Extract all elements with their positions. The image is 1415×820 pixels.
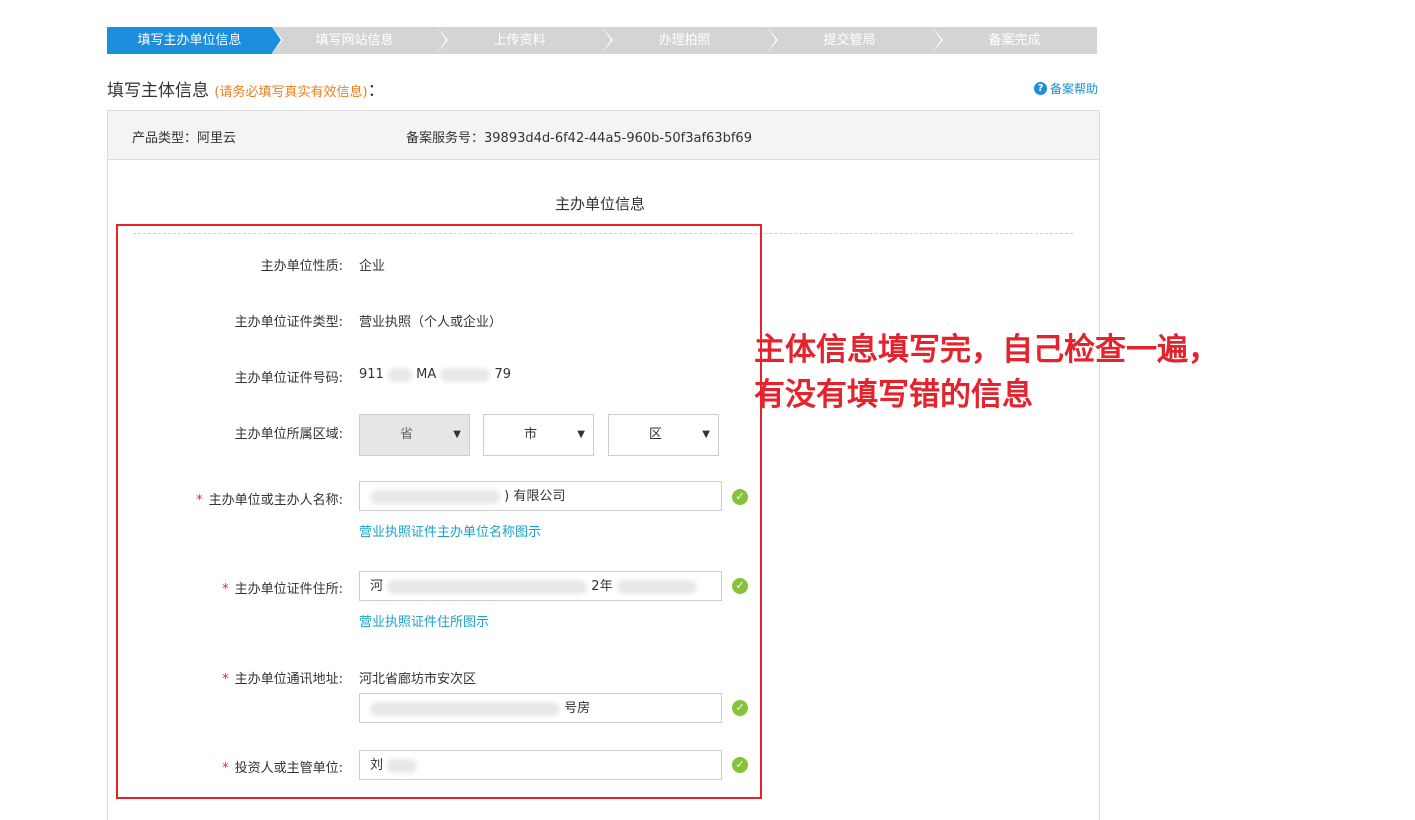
step-5-label: 提交管局: [823, 33, 876, 48]
step-2-label: 填写网站信息: [315, 33, 394, 48]
section-title: 主办单位信息: [555, 195, 646, 213]
step-4-label: 办理拍照: [658, 33, 711, 48]
step-3: 上传资料: [437, 27, 613, 54]
highlight-box: [116, 224, 762, 799]
page-title-text: 填写主体信息: [107, 81, 209, 101]
title-colon: ：: [367, 81, 385, 101]
step-4: 办理拍照: [602, 27, 778, 54]
step-6-label: 备案完成: [988, 33, 1041, 48]
step-1: 填写主办单位信息: [107, 27, 283, 54]
help-link[interactable]: ? 备案帮助: [1034, 80, 1098, 97]
annotation-text: 主体信息填写完，自己检查一遍， 有没有填写错的信息: [754, 328, 1219, 418]
step-2: 填写网站信息: [272, 27, 448, 54]
annotation-line-2: 有没有填写错的信息: [754, 377, 1033, 413]
question-icon: ?: [1034, 82, 1047, 95]
service-number: 备案服务号：39893d4d-6f42-44a5-960b-50f3af63bf…: [406, 131, 752, 146]
progress-steps: 填写主办单位信息 填写网站信息 上传资料 办理拍照 提交管局 备案完成: [107, 27, 1097, 54]
step-5: 提交管局: [767, 27, 943, 54]
page-title: 填写主体信息 (请务必填写真实有效信息)：: [107, 76, 385, 101]
info-bar: 产品类型：阿里云 备案服务号：39893d4d-6f42-44a5-960b-5…: [107, 110, 1100, 160]
step-1-label: 填写主办单位信息: [137, 33, 242, 48]
annotation-line-1: 主体信息填写完，自己检查一遍，: [754, 332, 1219, 368]
step-3-label: 上传资料: [493, 33, 546, 48]
product-type: 产品类型：阿里云: [132, 131, 237, 146]
help-link-label: 备案帮助: [1050, 82, 1099, 96]
warning-text: (请务必填写真实有效信息): [214, 85, 368, 100]
step-6: 备案完成: [932, 27, 1097, 54]
